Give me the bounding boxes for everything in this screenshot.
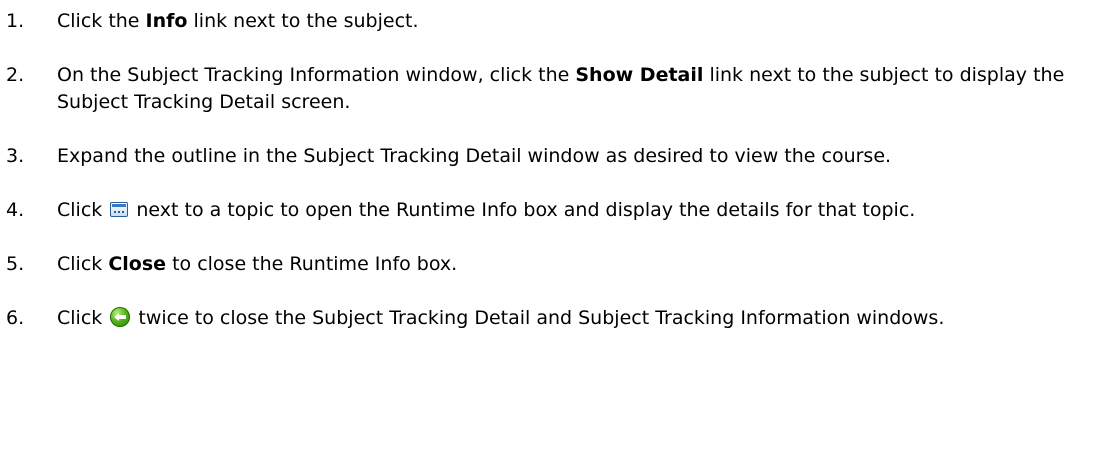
step-text: Click Close to close the Runtime Info bo… xyxy=(57,253,458,275)
step-number: 5. xyxy=(6,253,25,275)
step-3: 3. Expand the outline in the Subject Tra… xyxy=(0,143,1094,170)
step-2: 2. On the Subject Tracking Information w… xyxy=(0,62,1094,116)
step-number: 6. xyxy=(6,307,25,329)
info-link-label: Info xyxy=(145,10,188,32)
step-6: 6. Click twice to close the Subject Trac… xyxy=(0,305,1094,332)
instruction-steps: 1. Click the Info link next to the subje… xyxy=(0,0,1094,332)
step-text: On the Subject Tracking Information wind… xyxy=(57,64,1065,113)
step-number: 2. xyxy=(6,64,25,86)
close-button-label: Close xyxy=(108,253,167,275)
back-arrow-icon xyxy=(110,307,131,327)
step-1: 1. Click the Info link next to the subje… xyxy=(0,8,1094,35)
show-detail-link-label: Show Detail xyxy=(575,64,704,86)
step-number: 3. xyxy=(6,145,25,167)
runtime-info-icon xyxy=(110,202,129,217)
step-text: Click the Info link next to the subject. xyxy=(57,10,419,32)
step-text: Expand the outline in the Subject Tracki… xyxy=(57,145,892,167)
step-text: Click next to a topic to open the Runtim… xyxy=(57,199,916,221)
step-4: 4. Click next to a topic to open the Run… xyxy=(0,197,1094,224)
step-number: 4. xyxy=(6,199,25,221)
step-number: 1. xyxy=(6,10,25,32)
step-5: 5. Click Close to close the Runtime Info… xyxy=(0,251,1094,278)
step-text: Click twice to close the Subject Trackin… xyxy=(57,307,945,329)
